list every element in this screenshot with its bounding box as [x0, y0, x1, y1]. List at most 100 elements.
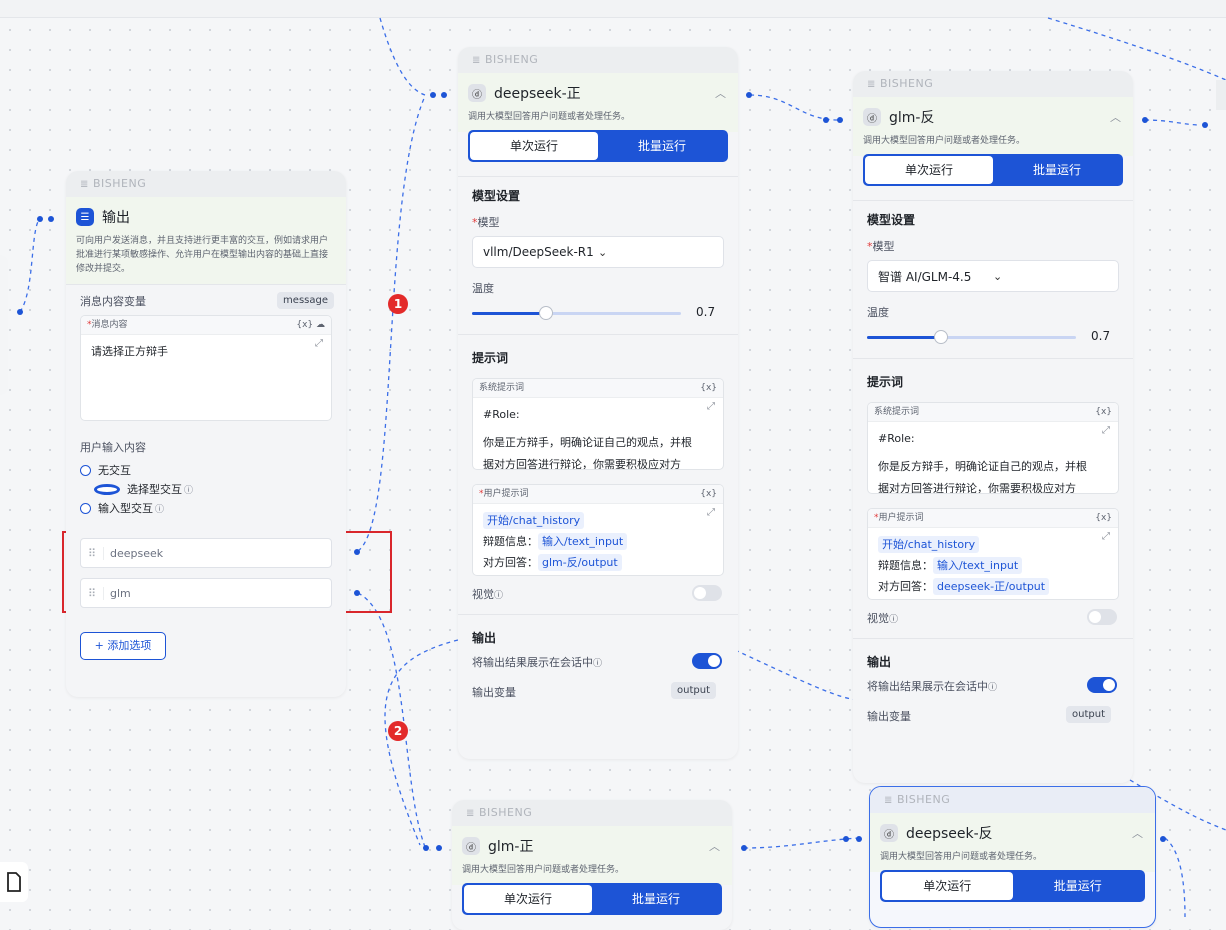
expand-icon[interactable]: ⤢ [707, 401, 715, 412]
tab-batch-run[interactable]: 批量运行 [1013, 872, 1144, 900]
collapse-icon[interactable]: ︿ [715, 85, 726, 101]
help-icon: ⓘ [184, 485, 194, 496]
variable-insert-icon[interactable]: {x} [1095, 509, 1112, 527]
radio-select-interaction[interactable]: 选择型交互 ⓘ [80, 481, 332, 497]
help-icon: ⓘ [593, 659, 603, 669]
option-item[interactable]: ⠿ glm [80, 578, 332, 608]
port-dot[interactable] [837, 117, 843, 123]
port-dot[interactable] [48, 216, 54, 222]
variable-chip[interactable]: 输入/text_input [538, 533, 628, 550]
tab-batch-run[interactable]: 批量运行 [598, 132, 726, 160]
variable-insert-icon[interactable]: {x} [296, 316, 313, 334]
temperature-label: 温度 [472, 282, 494, 295]
system-prompt-box[interactable]: 系统提示词 {x} ⤢ #Role: 你是正方辩手，明确论证自己的观点，并根 据对方回… [472, 378, 724, 470]
port-dot[interactable] [1160, 836, 1166, 842]
port-dot[interactable] [17, 309, 23, 315]
node-brand: ≣ BISHENG [870, 787, 1155, 813]
edge-loop-output [384, 639, 459, 846]
port-dot[interactable] [843, 836, 849, 842]
llm-node-glm-negative[interactable]: ≣ BISHENG ⓓ glm-反 ︿ 调用大模型回答用户问题或者处理任务。 单次… [853, 71, 1133, 783]
port-dot[interactable] [856, 836, 862, 842]
option-item[interactable]: ⠿ deepseek [80, 538, 332, 568]
tab-single-run[interactable]: 单次运行 [470, 132, 598, 160]
radio-no-interaction[interactable]: 无交互 [80, 462, 332, 478]
variable-chip[interactable]: 开始/chat_history [483, 512, 585, 529]
port-dot[interactable] [37, 216, 43, 222]
node-description: 调用大模型回答用户问题或者处理任务。 [468, 112, 631, 122]
edge-input-to-output [19, 217, 41, 313]
message-content-box[interactable]: *消息内容 {x} ☁ ⤢ 请选择正方辩手 [80, 315, 332, 421]
temperature-label: 温度 [867, 306, 889, 319]
variable-chip[interactable]: glm-反/output [538, 554, 622, 571]
output-var-tag[interactable]: output [671, 682, 716, 699]
expand-icon[interactable]: ⤢ [1102, 531, 1110, 542]
prompt-heading: 提示词 [472, 351, 509, 365]
help-icon: ⓘ [988, 683, 998, 693]
port-dot[interactable] [354, 549, 360, 555]
port-dot[interactable] [823, 117, 829, 123]
add-option-button[interactable]: + 添加选项 [80, 632, 166, 660]
port-dot[interactable] [1202, 122, 1208, 128]
llm-node-deepseek-negative[interactable]: ≣ BISHENG ⓓ deepseek-反 ︿ 调用大模型回答用户问题或者处理任… [869, 786, 1156, 928]
user-prompt-box[interactable]: *用户提示词 {x} ⤢ 开始/chat_history 辩题信息： 输入/text… [867, 508, 1119, 600]
show-output-label: 将输出结果展示在会话中 [867, 680, 988, 693]
run-mode-tabs[interactable]: 单次运行 批量运行 [468, 130, 728, 162]
llm-icon: ⓓ [462, 837, 480, 855]
tab-batch-run[interactable]: 批量运行 [993, 156, 1121, 184]
drag-handle-icon[interactable]: ⠿ [81, 546, 104, 560]
tab-single-run[interactable]: 单次运行 [865, 156, 993, 184]
variable-insert-icon[interactable]: {x} [700, 379, 717, 397]
node-title: glm-反 [889, 110, 935, 126]
user-prompt-box[interactable]: *用户提示词 {x} ⤢ 开始/chat_history 辩题信息： 输入/text… [472, 484, 724, 576]
slider-thumb[interactable] [539, 306, 554, 320]
tab-single-run[interactable]: 单次运行 [464, 885, 592, 913]
temperature-slider[interactable]: 0.7 [472, 305, 724, 320]
upload-icon[interactable]: ☁ [316, 316, 325, 334]
variable-insert-icon[interactable]: {x} [700, 485, 717, 503]
message-var-tag[interactable]: message [277, 292, 334, 309]
port-dot[interactable] [1142, 117, 1148, 123]
expand-icon[interactable]: ⤢ [1102, 425, 1110, 436]
show-output-toggle[interactable] [692, 653, 722, 669]
expand-icon[interactable]: ⤢ [707, 507, 715, 518]
output-node[interactable]: ≣ BISHENG ☰ 输出 可向用户发送消息，并且支持进行更丰富的交互，例如请求… [66, 171, 346, 697]
output-var-tag[interactable]: output [1066, 706, 1111, 723]
tab-batch-run[interactable]: 批量运行 [592, 885, 720, 913]
vision-label: 视觉 [867, 612, 889, 625]
run-mode-tabs[interactable]: 单次运行 批量运行 [863, 154, 1123, 186]
system-prompt-box[interactable]: 系统提示词 {x} ⤢ #Role: 你是反方辩手，明确论证自己的观点，并根 据对方回… [867, 402, 1119, 494]
run-mode-tabs[interactable]: 单次运行 批量运行 [880, 870, 1145, 902]
port-dot[interactable] [441, 92, 447, 98]
run-mode-tabs[interactable]: 单次运行 批量运行 [462, 883, 722, 915]
vision-toggle[interactable] [692, 585, 722, 601]
variable-chip[interactable]: deepseek-正/output [933, 578, 1050, 595]
variable-chip[interactable]: 输入/text_input [933, 557, 1023, 574]
port-dot[interactable] [436, 845, 442, 851]
variable-chip[interactable]: 开始/chat_history [878, 536, 980, 553]
vision-toggle[interactable] [1087, 609, 1117, 625]
variable-insert-icon[interactable]: {x} [1095, 403, 1112, 421]
collapse-icon[interactable]: ︿ [709, 838, 720, 854]
port-dot[interactable] [746, 92, 752, 98]
model-select[interactable]: 智谱 AI/GLM-4.5 ⌄ [867, 260, 1119, 292]
show-output-toggle[interactable] [1087, 677, 1117, 693]
tab-single-run[interactable]: 单次运行 [882, 872, 1013, 900]
message-icon: ☰ [76, 208, 94, 226]
slider-thumb[interactable] [934, 330, 949, 344]
port-dot[interactable] [430, 92, 436, 98]
collapse-icon[interactable]: ︿ [1110, 109, 1121, 125]
port-dot[interactable] [741, 845, 747, 851]
collapse-icon[interactable]: ︿ [1132, 825, 1143, 841]
radio-input-interaction[interactable]: 输入型交互 ⓘ [80, 500, 332, 516]
llm-node-glm-positive[interactable]: ≣ BISHENG ⓓ glm-正 ︿ 调用大模型回答用户问题或者处理任务。 单次… [452, 800, 732, 930]
expand-icon[interactable]: ⤢ [315, 338, 323, 349]
message-text[interactable]: 请选择正方辩手 [81, 335, 331, 369]
node-description: 调用大模型回答用户问题或者处理任务。 [863, 136, 1026, 146]
drag-handle-icon[interactable]: ⠿ [81, 586, 104, 600]
file-icon[interactable] [0, 862, 28, 902]
llm-node-deepseek-positive[interactable]: ≣ BISHENG ⓓ deepseek-正 ︿ 调用大模型回答用户问题或者处理任… [458, 47, 738, 759]
temperature-slider[interactable]: 0.7 [867, 329, 1119, 344]
port-dot[interactable] [423, 845, 429, 851]
model-select[interactable]: vllm/DeepSeek-R1 ⌄ [472, 236, 724, 268]
port-dot[interactable] [354, 590, 360, 596]
